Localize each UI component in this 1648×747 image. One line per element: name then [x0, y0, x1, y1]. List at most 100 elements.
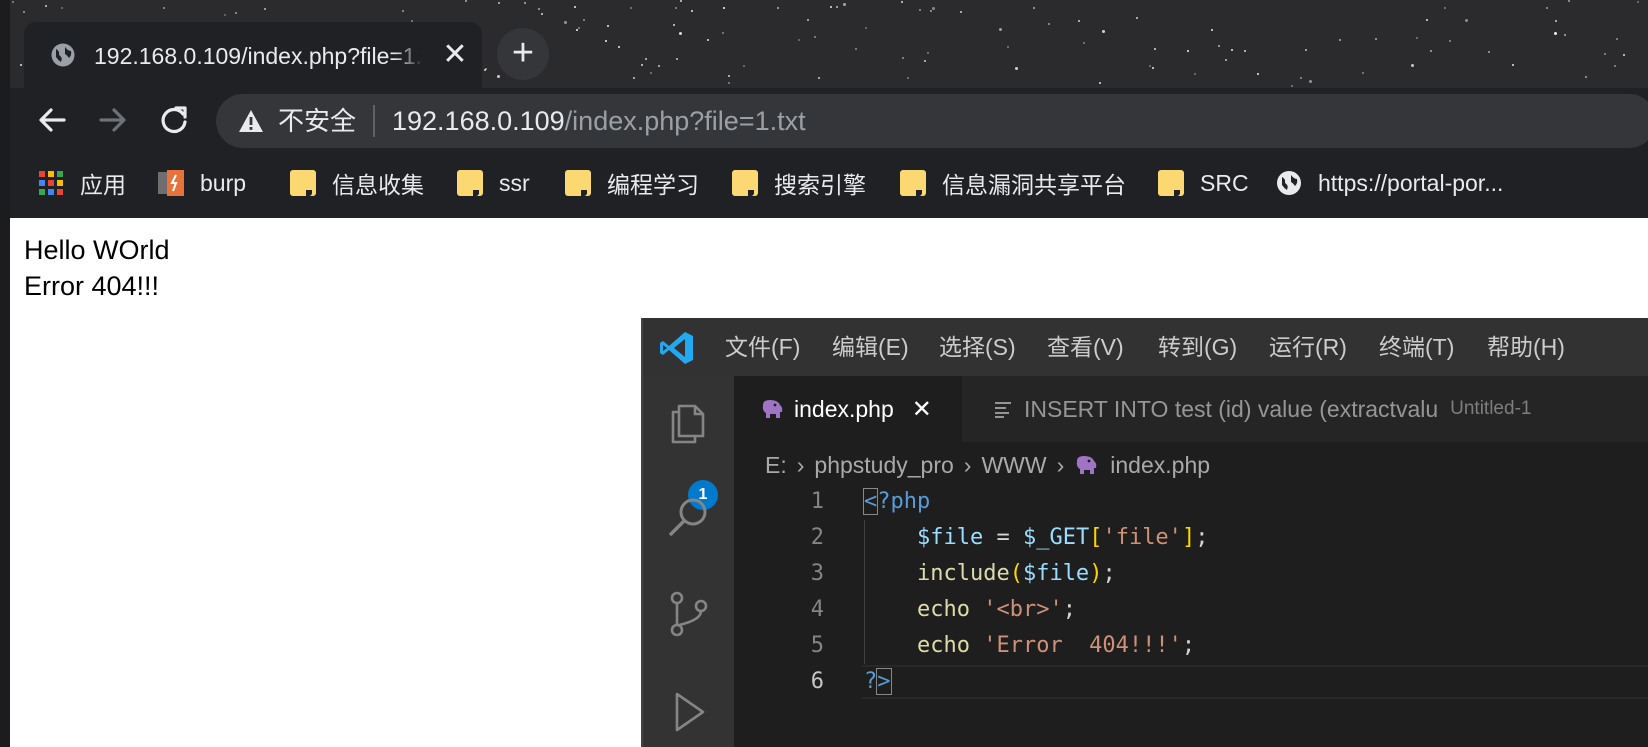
bookmark-burp[interactable]: burp [158, 160, 246, 206]
star-dot [1099, 82, 1101, 84]
warning-icon[interactable] [238, 109, 264, 133]
star-dot [675, 7, 677, 9]
bookmark-label: 编程学习 [607, 172, 699, 198]
reload-icon[interactable] [152, 98, 196, 142]
star-dot [497, 75, 500, 78]
star-dot [1211, 29, 1213, 31]
menu-file[interactable]: 文件(F) [725, 330, 800, 364]
bookmark-folder-info-gathering[interactable]: 信息收集 [290, 160, 424, 206]
tab-sublabel: Untitled-1 [1450, 398, 1532, 419]
browser-chrome: 192.168.0.109/index.php?file=1.txt ✕ + 不… [0, 0, 1648, 218]
page-text-hello: Hello WOrld [24, 235, 170, 265]
editor-tab-index-php[interactable]: index.php ✕ [734, 376, 962, 442]
star-dot [1554, 32, 1557, 35]
bookmark-folder-ssr[interactable]: ssr [457, 160, 530, 206]
star-dot [907, 77, 909, 79]
code-line: include($file); [864, 556, 1116, 592]
code-token: $_GET [1022, 525, 1090, 550]
code-editor[interactable]: 1 2 3 4 5 6 <?php $file = $_GET['file'];… [734, 484, 1648, 747]
star-dot [777, 7, 779, 9]
line-number: 3 [810, 561, 824, 586]
star-dot [1375, 38, 1377, 40]
code-token: ?php [877, 489, 931, 514]
code-token: $file [916, 525, 984, 550]
star-dot [564, 21, 567, 24]
vscode-window: 文件(F) 编辑(E) 选择(S) 查看(V) 转到(G) 运行(R) 终端(T… [641, 318, 1648, 747]
star-dot [1078, 20, 1080, 22]
star-dot [1194, 73, 1196, 75]
star-dot [576, 29, 578, 31]
star-dot [927, 52, 929, 54]
explorer-files-icon[interactable] [665, 400, 713, 448]
star-dot [1488, 51, 1490, 53]
star-dot [902, 57, 904, 59]
star-dot [1007, 46, 1009, 48]
star-dot [1465, 19, 1468, 22]
star-dot [1604, 53, 1606, 55]
editor-tab-untitled[interactable]: INSERT INTO test (id) value (extractvalu… [962, 376, 1648, 442]
browser-tab-active[interactable]: 192.168.0.109/index.php?file=1.txt ✕ [24, 22, 482, 88]
bookmark-folder-src[interactable]: SRC [1158, 160, 1249, 206]
star-dot [224, 14, 226, 16]
star-dot [960, 11, 962, 13]
bookmark-folder-vuln-platform[interactable]: 信息漏洞共享平台 [900, 160, 1126, 206]
menu-view[interactable]: 查看(V) [1047, 330, 1124, 364]
star-dot [707, 39, 709, 41]
breadcrumb-item[interactable]: index.php [1110, 448, 1210, 482]
new-tab-button[interactable]: + [497, 28, 549, 80]
menu-edit[interactable]: 编辑(E) [832, 330, 909, 364]
code-token: echo [916, 597, 970, 622]
line-number: 2 [810, 525, 824, 550]
code-line: <?php [862, 484, 931, 520]
bookmark-folder-programming[interactable]: 编程学习 [565, 160, 699, 206]
breadcrumb-item[interactable]: WWW [981, 448, 1046, 482]
star-dot [1300, 77, 1302, 79]
tab-label: index.php [794, 395, 894, 422]
bookmark-portal[interactable]: https://portal-por... [1276, 160, 1503, 206]
bookmark-apps[interactable]: 应用 [38, 160, 126, 206]
run-debug-icon[interactable] [665, 688, 713, 736]
menu-help[interactable]: 帮助(H) [1487, 330, 1565, 364]
star-dot [1152, 67, 1154, 69]
breadcrumb-item[interactable]: E: [765, 448, 787, 482]
star-dot [465, 0, 467, 2]
tab-close-icon[interactable]: ✕ [912, 395, 932, 424]
star-dot [163, 7, 165, 9]
star-dot [658, 65, 660, 67]
bookmarks-bar: 应用 burp 信息收集 ssr 编程学习 搜索引擎 信息漏洞共享平台 SRC … [0, 160, 1648, 208]
line-number: 1 [810, 489, 824, 514]
arrow-left-icon[interactable] [30, 98, 74, 142]
arrow-right-icon[interactable] [91, 98, 135, 142]
menu-run[interactable]: 运行(R) [1269, 330, 1347, 364]
star-dot [722, 32, 724, 34]
address-bar[interactable]: 不安全 192.168.0.109/index.php?file=1.txt [216, 94, 1648, 148]
code-token: ) [1089, 561, 1103, 586]
bookmark-label: 信息收集 [332, 172, 424, 198]
star-dot [830, 6, 832, 8]
star-dot [1136, 17, 1138, 19]
search-icon[interactable] [665, 494, 713, 542]
menu-terminal[interactable]: 终端(T) [1379, 330, 1454, 364]
bookmark-folder-search-engines[interactable]: 搜索引擎 [732, 160, 866, 206]
tab-close-icon[interactable]: ✕ [440, 40, 470, 70]
globe-icon [1277, 171, 1301, 195]
star-dot [1033, 7, 1035, 9]
star-dot [1305, 49, 1307, 51]
source-control-icon[interactable] [665, 590, 713, 638]
star-dot [1048, 23, 1050, 25]
star-dot [538, 8, 540, 10]
star-dot [798, 39, 800, 41]
star-dot [1637, 1, 1639, 3]
menu-selection[interactable]: 选择(S) [939, 330, 1016, 364]
php-elephant-icon [762, 400, 783, 418]
url-text[interactable]: 192.168.0.109/index.php?file=1.txt [392, 103, 806, 139]
star-dot [607, 25, 609, 27]
star-dot [1362, 72, 1364, 74]
breadcrumb-item[interactable]: phpstudy_pro [814, 448, 953, 482]
security-label[interactable]: 不安全 [278, 103, 356, 139]
star-dot [843, 3, 846, 6]
star-dot [1614, 65, 1616, 67]
menu-go[interactable]: 转到(G) [1158, 330, 1237, 364]
